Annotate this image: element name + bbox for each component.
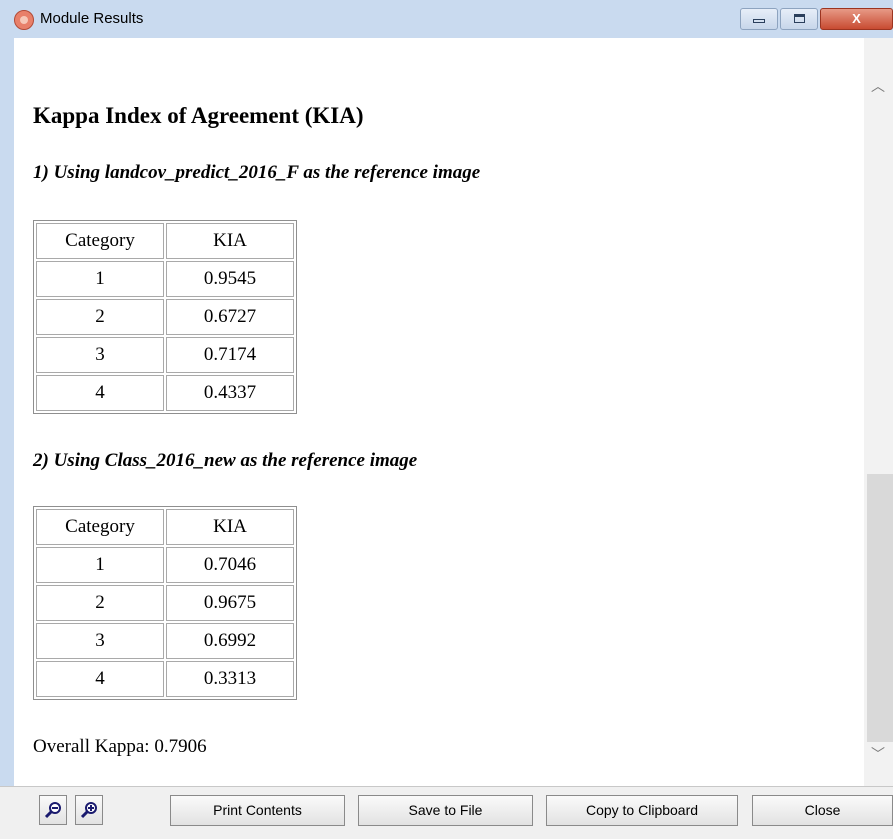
category-cell: 4 — [36, 375, 164, 411]
table-row: 2 0.6727 — [36, 299, 294, 335]
minimize-icon — [753, 19, 765, 23]
button-bar: Print Contents Save to File Copy to Clip… — [0, 786, 893, 839]
kia-cell: 0.6992 — [166, 623, 294, 659]
category-cell: 1 — [36, 261, 164, 297]
report-heading: Kappa Index of Agreement (KIA) — [33, 103, 364, 128]
maximize-icon — [793, 14, 805, 23]
close-window-button[interactable]: X — [820, 8, 893, 30]
kia-cell: 0.9545 — [166, 261, 294, 297]
table-header-category: Category — [36, 223, 164, 259]
table-header-kia: KIA — [166, 509, 294, 545]
table-row: 4 0.3313 — [36, 661, 294, 697]
kia-table-1: Category KIA 1 0.9545 2 0.6727 3 0.7174 … — [33, 220, 297, 414]
scroll-thumb[interactable] — [867, 474, 893, 742]
results-content: Kappa Index of Agreement (KIA) 1) Using … — [14, 38, 864, 786]
category-cell: 2 — [36, 299, 164, 335]
table-header-row: Category KIA — [36, 509, 294, 545]
table-header-kia: KIA — [166, 223, 294, 259]
category-cell: 1 — [36, 547, 164, 583]
table-row: 2 0.9675 — [36, 585, 294, 621]
table-row: 4 0.4337 — [36, 375, 294, 411]
minimize-button[interactable] — [740, 8, 778, 30]
category-cell: 2 — [36, 585, 164, 621]
maximize-button[interactable] — [780, 8, 818, 30]
kia-cell: 0.3313 — [166, 661, 294, 697]
overall-kappa: Overall Kappa: 0.7906 — [33, 736, 207, 757]
title-bar: Module Results X — [0, 0, 893, 39]
scroll-down-icon[interactable]: ﹀ — [869, 744, 887, 763]
kia-cell: 0.4337 — [166, 375, 294, 411]
section-2-title: 2) Using Class_2016_new as the reference… — [33, 450, 418, 471]
table-row: 3 0.7174 — [36, 337, 294, 373]
app-icon — [14, 10, 34, 30]
scroll-up-icon[interactable]: ︿ — [869, 76, 887, 95]
zoom-out-icon — [44, 802, 61, 819]
window-title: Module Results — [40, 10, 144, 27]
zoom-out-button[interactable] — [39, 795, 67, 825]
print-contents-button[interactable]: Print Contents — [170, 795, 345, 826]
kia-cell: 0.9675 — [166, 585, 294, 621]
category-cell: 4 — [36, 661, 164, 697]
table-header-category: Category — [36, 509, 164, 545]
category-cell: 3 — [36, 623, 164, 659]
kia-cell: 0.7174 — [166, 337, 294, 373]
kia-table-2: Category KIA 1 0.7046 2 0.9675 3 0.6992 … — [33, 506, 297, 700]
table-header-row: Category KIA — [36, 223, 294, 259]
kia-cell: 0.6727 — [166, 299, 294, 335]
kia-cell: 0.7046 — [166, 547, 294, 583]
close-button[interactable]: Close — [752, 795, 893, 826]
vertical-scrollbar[interactable]: ︿ ﹀ — [864, 38, 893, 786]
category-cell: 3 — [36, 337, 164, 373]
save-to-file-button[interactable]: Save to File — [358, 795, 533, 826]
table-row: 1 0.9545 — [36, 261, 294, 297]
copy-to-clipboard-button[interactable]: Copy to Clipboard — [546, 795, 738, 826]
table-row: 3 0.6992 — [36, 623, 294, 659]
zoom-in-icon — [80, 802, 97, 819]
table-row: 1 0.7046 — [36, 547, 294, 583]
window-border — [0, 38, 14, 786]
zoom-in-button[interactable] — [75, 795, 103, 825]
section-1-title: 1) Using landcov_predict_2016_F as the r… — [33, 162, 481, 183]
